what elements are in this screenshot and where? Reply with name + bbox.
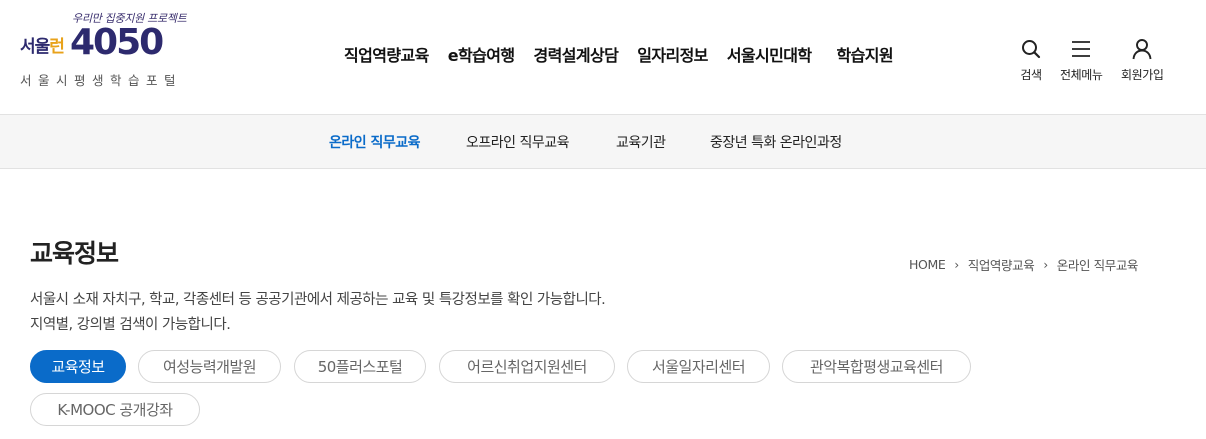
subnav-item-midlife-online[interactable]: 중장년 특화 온라인과정 bbox=[710, 132, 842, 152]
breadcrumb-home[interactable]: HOME bbox=[909, 257, 946, 272]
breadcrumb: HOME › 직업역량교육 › 온라인 직무교육 bbox=[909, 255, 1138, 274]
subnav-item-offline-training[interactable]: 오프라인 직무교육 bbox=[466, 132, 570, 152]
search-icon bbox=[1020, 38, 1042, 60]
breadcrumb-job-competency[interactable]: 직업역량교육 bbox=[968, 255, 1035, 274]
chip-women-development[interactable]: 여성능력개발원 bbox=[138, 350, 281, 383]
chip-senior-employment[interactable]: 어르신취업지원센터 bbox=[439, 350, 615, 383]
gnb-item-learning-support[interactable]: 학습지원 bbox=[837, 42, 894, 66]
chip-education-info[interactable]: 교육정보 bbox=[30, 350, 126, 383]
breadcrumb-online-training[interactable]: 온라인 직무교육 bbox=[1057, 255, 1139, 274]
logo-brand: 서울런 bbox=[20, 32, 65, 57]
all-menu-label: 전체메뉴 bbox=[1060, 68, 1103, 82]
logo-number: 4050 bbox=[70, 22, 164, 63]
chip-gwanak-lifelong-center[interactable]: 관악복합평생교육센터 bbox=[782, 350, 971, 383]
description-line-2: 지역별, 강의별 검색이 가능합니다. bbox=[30, 317, 231, 333]
subnav-item-online-training[interactable]: 온라인 직무교육 bbox=[329, 132, 421, 152]
chevron-right-icon: › bbox=[954, 257, 959, 272]
menu-icon bbox=[1070, 38, 1092, 60]
gnb-item-citizen-university[interactable]: 서울시민대학 bbox=[727, 42, 812, 66]
user-icon bbox=[1131, 38, 1153, 60]
gnb-item-career-counseling[interactable]: 경력설계상담 bbox=[533, 42, 618, 66]
logo-subtitle: 서울시평생학습포털 bbox=[20, 73, 183, 88]
gnb-item-job-competency[interactable]: 직업역량교육 bbox=[344, 42, 429, 66]
subnav-item-institutions[interactable]: 교육기관 bbox=[616, 132, 666, 152]
chip-50plus-portal[interactable]: 50플러스포털 bbox=[294, 350, 426, 383]
chip-seoul-job-center[interactable]: 서울일자리센터 bbox=[627, 350, 770, 383]
signup-button[interactable]: 회원가입 bbox=[1121, 38, 1164, 83]
chevron-right-icon: › bbox=[1043, 257, 1048, 272]
description-line-1: 서울시 소재 자치구, 학교, 각종센터 등 공공기관에서 제공하는 교육 및 … bbox=[30, 292, 606, 308]
all-menu-button[interactable]: 전체메뉴 bbox=[1060, 38, 1103, 83]
logo-brand-run: 런 bbox=[49, 37, 65, 57]
gnb-item-job-info[interactable]: 일자리정보 bbox=[637, 42, 708, 66]
site-logo[interactable]: 우리만 집중지원 프로젝트 서울런 4050 서울시평생학습포털 bbox=[20, 10, 187, 90]
page-title: 교육정보 bbox=[30, 239, 119, 268]
logo-brand-seoul: 서울 bbox=[20, 37, 50, 57]
site-header: 우리만 집중지원 프로젝트 서울런 4050 서울시평생학습포털 직업역량교육 … bbox=[0, 0, 1206, 114]
search-button[interactable]: 검색 bbox=[1020, 38, 1042, 83]
main-navigation: 직업역량교육 e학습여행 경력설계상담 일자리정보 서울시민대학 학습지원 bbox=[344, 42, 894, 66]
gnb-item-e-learning-trip[interactable]: e학습여행 bbox=[448, 42, 515, 66]
page-description: 서울시 소재 자치구, 학교, 각종센터 등 공공기관에서 제공하는 교육 및 … bbox=[30, 288, 606, 338]
search-label: 검색 bbox=[1020, 68, 1042, 82]
sub-navigation: 온라인 직무교육 오프라인 직무교육 교육기관 중장년 특화 온라인과정 bbox=[0, 114, 1206, 169]
chip-kmooc[interactable]: K-MOOC 공개강좌 bbox=[30, 393, 200, 426]
signup-label: 회원가입 bbox=[1121, 68, 1164, 82]
